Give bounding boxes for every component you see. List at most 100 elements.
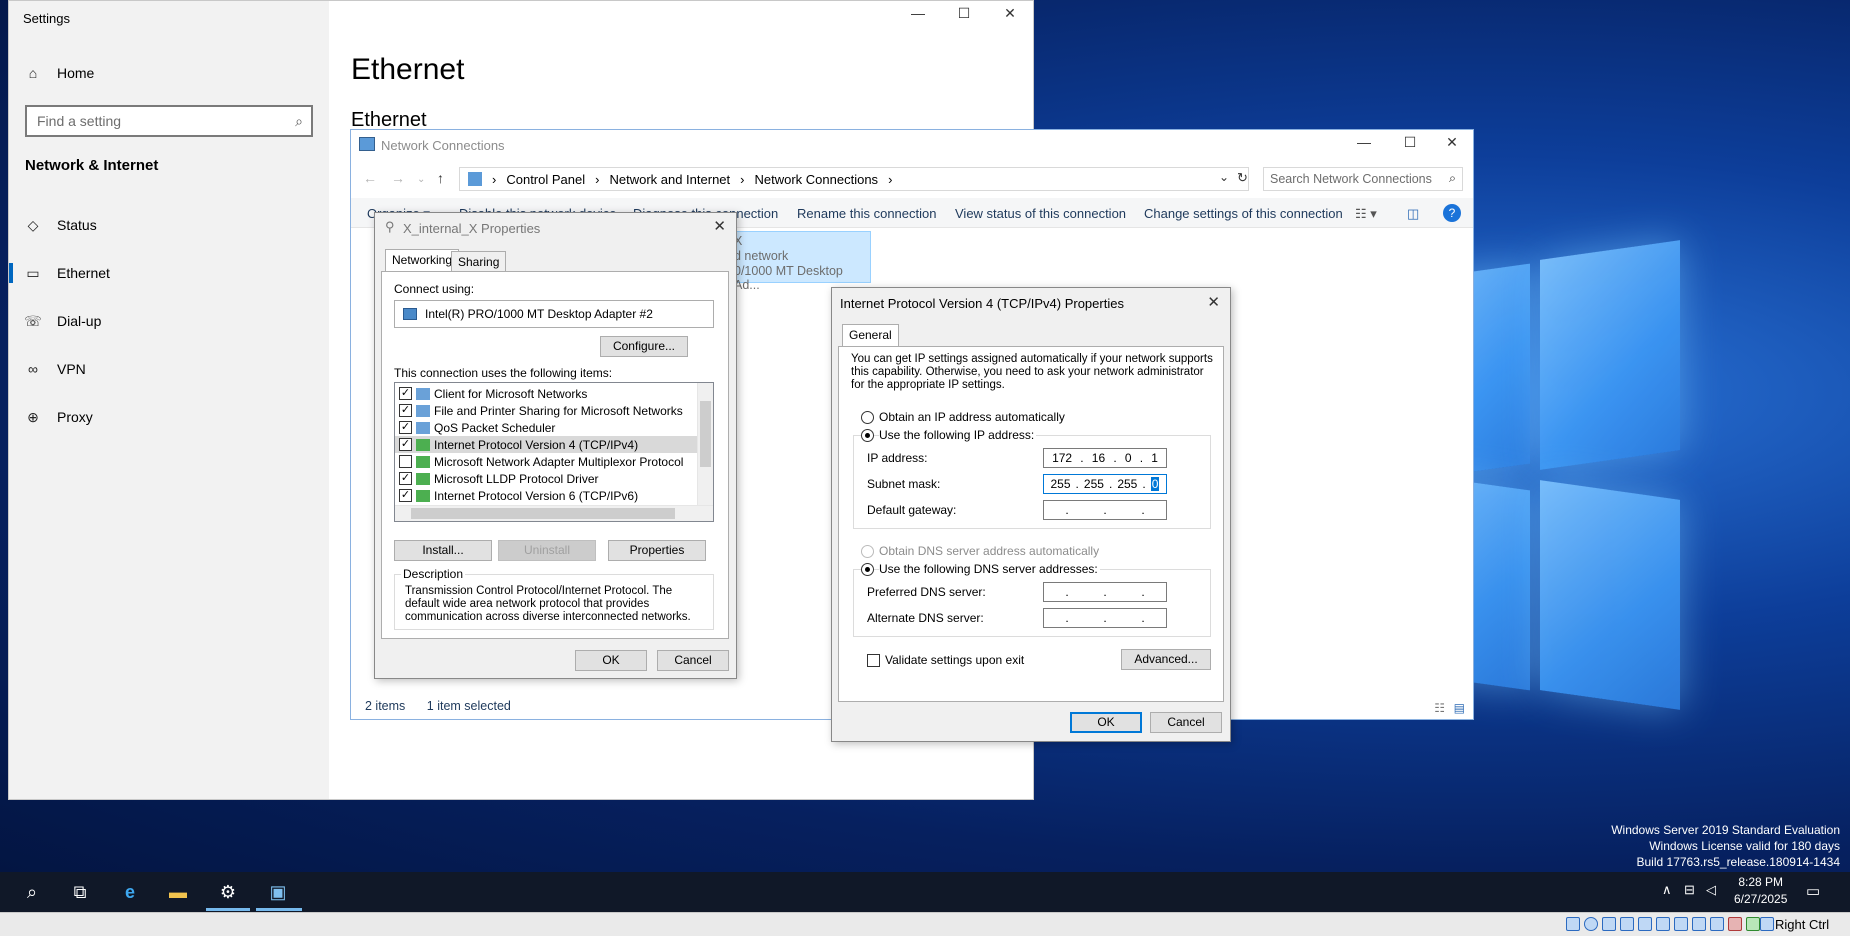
- vm-network-icon[interactable]: [1620, 917, 1634, 931]
- scroll-thumb[interactable]: [411, 508, 675, 519]
- install-button[interactable]: Install...: [394, 540, 492, 561]
- horizontal-scrollbar[interactable]: [395, 505, 713, 521]
- help-icon[interactable]: ?: [1443, 204, 1461, 222]
- auto-ip-label[interactable]: Obtain an IP address automatically: [879, 410, 1065, 424]
- scroll-thumb[interactable]: [700, 401, 711, 467]
- internet-explorer-icon[interactable]: e: [118, 880, 142, 904]
- netconn-close-button[interactable]: ✕: [1429, 134, 1475, 158]
- default-gateway-field[interactable]: ...: [1043, 500, 1167, 520]
- maximize-button[interactable]: ☐: [941, 5, 987, 29]
- vm-shared-folder-icon[interactable]: [1656, 917, 1670, 931]
- validate-checkbox[interactable]: [867, 654, 880, 667]
- checkbox-checked[interactable]: ✓: [399, 438, 412, 451]
- nav-home[interactable]: ⌂ Home: [9, 53, 329, 93]
- vm-display-icon[interactable]: [1674, 917, 1688, 931]
- advanced-button[interactable]: Advanced...: [1121, 649, 1211, 670]
- checkbox-checked[interactable]: ✓: [399, 387, 412, 400]
- props-close-button[interactable]: ✕: [713, 217, 726, 235]
- vm-mouse-icon[interactable]: [1728, 917, 1742, 931]
- use-ip-label[interactable]: Use the following IP address:: [879, 428, 1037, 442]
- list-item[interactable]: ✓ Client for Microsoft Networks: [399, 385, 587, 402]
- list-item[interactable]: ✓ File and Printer Sharing for Microsoft…: [399, 402, 683, 419]
- checkbox-checked[interactable]: ✓: [399, 489, 412, 502]
- tab-networking[interactable]: Networking: [385, 249, 460, 271]
- configure-button[interactable]: Configure...: [600, 336, 688, 357]
- view-options-icon[interactable]: ☷ ▾: [1355, 206, 1377, 222]
- checkbox-unchecked[interactable]: [399, 455, 412, 468]
- recent-chevron-icon[interactable]: ⌄: [417, 174, 425, 185]
- refresh-icon[interactable]: ↻: [1237, 170, 1248, 186]
- connection-item-selected[interactable]: X d network 0/1000 MT Desktop Ad...: [731, 231, 871, 292]
- vm-hdd-icon[interactable]: [1566, 917, 1580, 931]
- forward-icon[interactable]: →: [391, 170, 405, 186]
- ipv4-ok-button[interactable]: OK: [1070, 712, 1142, 733]
- netconn-minimize-button[interactable]: —: [1341, 134, 1387, 158]
- address-dropdown-icon[interactable]: ⌄: [1219, 170, 1229, 184]
- minimize-button[interactable]: —: [895, 5, 941, 29]
- list-item[interactable]: Microsoft Network Adapter Multiplexor Pr…: [399, 453, 683, 470]
- ip-address-field[interactable]: 172. 16. 0. 1: [1043, 448, 1167, 468]
- vm-cpu-icon[interactable]: [1710, 917, 1724, 931]
- tiles-view-icon[interactable]: ▤: [1454, 701, 1465, 715]
- subnet-mask-field[interactable]: 255. 255. 255. 0: [1043, 474, 1167, 494]
- list-item-selected[interactable]: ✓ Internet Protocol Version 4 (TCP/IPv4): [395, 436, 697, 453]
- nav-status[interactable]: ◇ Status: [9, 205, 329, 245]
- props-ok-button[interactable]: OK: [575, 650, 647, 671]
- find-setting-input[interactable]: Find a setting ⌕: [25, 105, 313, 137]
- tray-volume-icon[interactable]: ◁: [1706, 882, 1716, 898]
- breadcrumb-control-panel[interactable]: Control Panel: [506, 172, 585, 187]
- vm-guest-additions-icon[interactable]: [1746, 917, 1760, 931]
- vertical-scrollbar[interactable]: [697, 383, 713, 521]
- ipv4-close-button[interactable]: ✕: [1207, 293, 1220, 311]
- checkbox-checked[interactable]: ✓: [399, 421, 412, 434]
- tray-network-icon[interactable]: ⊟: [1684, 882, 1695, 898]
- address-bar[interactable]: › Control Panel › Network and Internet ›…: [459, 167, 1249, 191]
- settings-gear-icon[interactable]: ⚙: [216, 880, 240, 904]
- use-ip-radio[interactable]: [861, 429, 874, 442]
- clock[interactable]: 8:28 PM 6/27/2025: [1734, 874, 1787, 908]
- list-item[interactable]: ✓ Microsoft LLDP Protocol Driver: [399, 470, 599, 487]
- action-center-icon[interactable]: ▭: [1806, 882, 1820, 900]
- change-settings-button[interactable]: Change settings of this connection: [1144, 206, 1343, 221]
- tab-general[interactable]: General: [842, 324, 899, 346]
- search-network-connections-input[interactable]: Search Network Connections ⌕: [1263, 167, 1463, 191]
- netconn-maximize-button[interactable]: ☐: [1387, 134, 1433, 158]
- vm-usb-icon[interactable]: [1638, 917, 1652, 931]
- auto-ip-radio[interactable]: [861, 411, 874, 424]
- network-connections-taskbar-icon[interactable]: ▣: [266, 880, 290, 904]
- vm-audio-icon[interactable]: [1602, 917, 1616, 931]
- vm-keyboard-icon[interactable]: [1760, 917, 1774, 931]
- preview-pane-icon[interactable]: ◫: [1407, 206, 1419, 222]
- preferred-dns-field[interactable]: ...: [1043, 582, 1167, 602]
- close-button[interactable]: ✕: [987, 5, 1033, 29]
- use-dns-label[interactable]: Use the following DNS server addresses:: [879, 562, 1100, 576]
- task-view-icon[interactable]: ⧉: [68, 880, 92, 904]
- vm-recording-icon[interactable]: [1692, 917, 1706, 931]
- breadcrumb-network-internet[interactable]: Network and Internet: [609, 172, 730, 187]
- tray-chevron-icon[interactable]: ∧: [1662, 882, 1672, 898]
- props-cancel-button[interactable]: Cancel: [657, 650, 729, 671]
- use-dns-radio[interactable]: [861, 563, 874, 576]
- nav-ethernet[interactable]: ▭ Ethernet: [9, 253, 329, 293]
- details-view-icon[interactable]: ☷: [1434, 701, 1445, 715]
- ipv4-cancel-button[interactable]: Cancel: [1150, 712, 1222, 733]
- view-status-button[interactable]: View status of this connection: [955, 206, 1126, 221]
- nav-dialup[interactable]: ☏ Dial-up: [9, 301, 329, 341]
- alternate-dns-field[interactable]: ...: [1043, 608, 1167, 628]
- checkbox-checked[interactable]: ✓: [399, 404, 412, 417]
- validate-label[interactable]: Validate settings upon exit: [885, 653, 1024, 667]
- search-icon[interactable]: ⌕: [20, 880, 44, 904]
- file-explorer-icon[interactable]: ▬: [166, 880, 190, 904]
- list-item[interactable]: ✓ Internet Protocol Version 6 (TCP/IPv6): [399, 487, 638, 504]
- tab-sharing[interactable]: Sharing: [451, 251, 507, 271]
- back-icon[interactable]: ←: [363, 170, 377, 186]
- list-item[interactable]: ✓ QoS Packet Scheduler: [399, 419, 555, 436]
- properties-button[interactable]: Properties: [608, 540, 706, 561]
- nav-vpn[interactable]: ∞ VPN: [9, 349, 329, 389]
- checkbox-checked[interactable]: ✓: [399, 472, 412, 485]
- vm-optical-icon[interactable]: [1584, 917, 1598, 931]
- nav-proxy[interactable]: ⊕ Proxy: [9, 397, 329, 437]
- rename-button[interactable]: Rename this connection: [797, 206, 936, 221]
- breadcrumb-network-connections[interactable]: Network Connections: [755, 172, 879, 187]
- up-icon[interactable]: ↑: [437, 170, 444, 186]
